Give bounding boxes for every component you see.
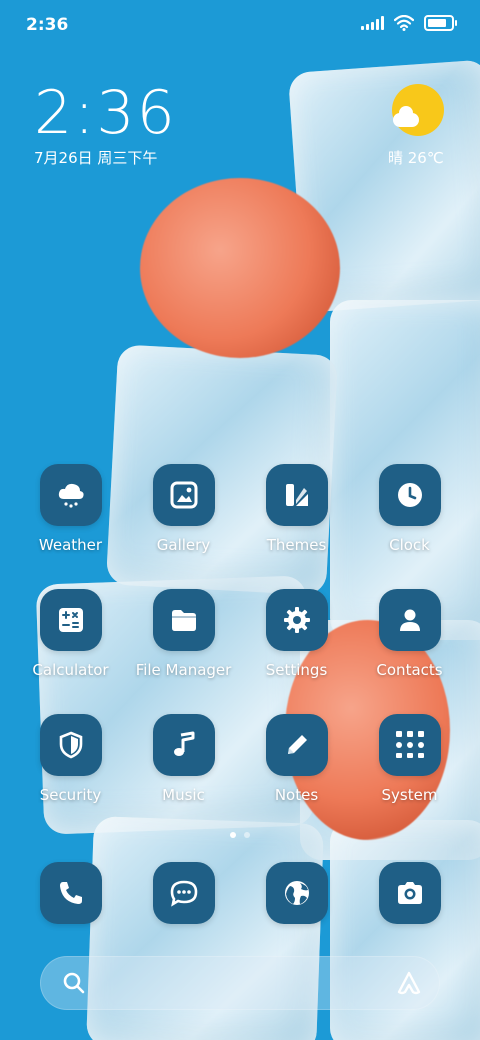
wifi-icon xyxy=(394,15,414,31)
dock-camera[interactable] xyxy=(353,862,466,924)
app-label: Music xyxy=(162,786,205,804)
globe-icon xyxy=(265,862,328,924)
status-bar: 2:36 xyxy=(0,0,480,50)
page-indicator xyxy=(0,832,480,838)
status-time: 2:36 xyxy=(26,15,69,35)
app-system-folder[interactable]: System xyxy=(353,714,466,804)
clock-icon xyxy=(378,464,441,526)
message-icon xyxy=(152,862,215,924)
pencil-icon xyxy=(265,714,328,776)
app-label: Security xyxy=(39,786,102,804)
app-contacts[interactable]: Contacts xyxy=(353,589,466,679)
app-label: Clock xyxy=(389,536,430,554)
folder-icon xyxy=(152,589,215,651)
music-note-icon xyxy=(152,714,215,776)
image-icon xyxy=(152,464,215,526)
calculator-icon xyxy=(39,589,102,651)
search-icon[interactable] xyxy=(62,971,86,995)
palette-icon xyxy=(265,464,328,526)
status-icons xyxy=(361,15,457,31)
app-label: Notes xyxy=(274,786,319,804)
gear-icon xyxy=(265,589,328,651)
cloud-snow-icon xyxy=(39,464,102,526)
app-calculator[interactable]: Calculator xyxy=(14,589,127,679)
app-label: Settings xyxy=(265,661,328,679)
app-label: System xyxy=(381,786,438,804)
app-security[interactable]: Security xyxy=(14,714,127,804)
app-music[interactable]: Music xyxy=(127,714,240,804)
app-settings[interactable]: Settings xyxy=(240,589,353,679)
shield-icon xyxy=(39,714,102,776)
weather-text: 晴 26℃ xyxy=(388,149,444,167)
camera-icon xyxy=(378,862,441,924)
signal-icon xyxy=(361,16,384,30)
clock-widget-time[interactable]: 2:36 xyxy=(34,78,177,148)
cloud-icon xyxy=(393,106,419,127)
app-weather[interactable]: Weather xyxy=(14,464,127,554)
app-notes[interactable]: Notes xyxy=(240,714,353,804)
dock-phone[interactable] xyxy=(14,862,127,924)
app-themes[interactable]: Themes xyxy=(240,464,353,554)
app-label: File Manager xyxy=(135,661,232,679)
search-bar[interactable] xyxy=(40,956,440,1010)
battery-icon xyxy=(424,15,457,31)
app-label: Gallery xyxy=(156,536,211,554)
assistant-icon[interactable] xyxy=(396,970,422,996)
dock-messages[interactable] xyxy=(127,862,240,924)
phone-icon xyxy=(39,862,102,924)
app-label: Calculator xyxy=(32,661,109,679)
app-clock[interactable]: Clock xyxy=(353,464,466,554)
page-dot[interactable] xyxy=(244,832,250,838)
app-label: Weather xyxy=(38,536,103,554)
app-label: Contacts xyxy=(376,661,443,679)
app-file-manager[interactable]: File Manager xyxy=(127,589,240,679)
app-gallery[interactable]: Gallery xyxy=(127,464,240,554)
page-dot[interactable] xyxy=(230,832,236,838)
contact-icon xyxy=(378,589,441,651)
system-folder-icon xyxy=(378,714,441,776)
dock-browser[interactable] xyxy=(240,862,353,924)
clock-widget-date[interactable]: 7月26日 周三下午 xyxy=(34,147,157,168)
app-label: Themes xyxy=(266,536,327,554)
